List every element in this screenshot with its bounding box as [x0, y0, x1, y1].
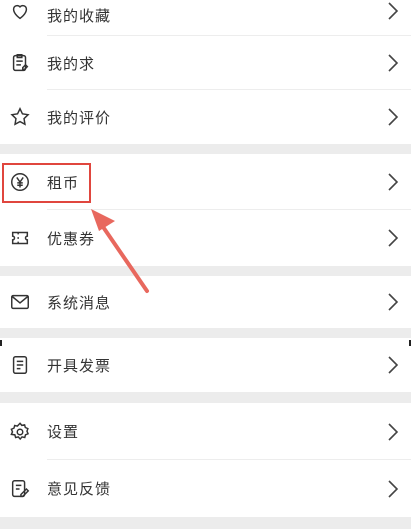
- feedback-edit-icon: [8, 477, 32, 501]
- menu-item-my-requests[interactable]: 我的求: [0, 36, 411, 90]
- chevron-right-icon: [387, 1, 399, 21]
- edge-marker-left: [0, 340, 2, 346]
- chevron-right-icon: [387, 228, 399, 248]
- clipboard-icon: [8, 51, 32, 75]
- chevron-right-icon: [387, 53, 399, 73]
- chevron-right-icon: [387, 172, 399, 192]
- menu-group-invoice: 开具发票: [0, 338, 411, 392]
- menu-item-favorites[interactable]: 我的收藏: [0, 0, 411, 36]
- menu-item-label: 系统消息: [47, 293, 112, 312]
- menu-group-messages: 系统消息: [0, 276, 411, 328]
- chevron-right-icon: [387, 107, 399, 127]
- menu-item-label: 设置: [47, 423, 80, 441]
- menu-item-label: 优惠券: [47, 229, 96, 248]
- menu-group-my: 我的收藏 我的求 我的评价: [0, 0, 411, 144]
- heart-icon: [8, 0, 32, 23]
- highlight-box: [2, 163, 91, 203]
- menu-group-settings: 设置 意见反馈: [0, 403, 411, 517]
- mail-icon: [8, 290, 32, 314]
- menu-item-issue-invoice[interactable]: 开具发票: [0, 338, 411, 392]
- menu-item-label: 开具发票: [47, 356, 112, 375]
- menu-item-label: 我的求: [47, 54, 96, 73]
- gear-icon: [8, 420, 32, 444]
- chevron-right-icon: [387, 355, 399, 375]
- star-icon: [8, 105, 32, 129]
- chevron-right-icon: [387, 422, 399, 442]
- menu-item-label: 我的收藏: [47, 7, 112, 25]
- chevron-right-icon: [387, 292, 399, 312]
- menu-item-coupons[interactable]: 优惠券: [0, 210, 411, 266]
- document-icon: [8, 353, 32, 377]
- menu-item-feedback[interactable]: 意见反馈: [0, 460, 411, 517]
- menu-item-my-reviews[interactable]: 我的评价: [0, 90, 411, 144]
- menu-item-system-messages[interactable]: 系统消息: [0, 276, 411, 328]
- chevron-right-icon: [387, 479, 399, 499]
- menu-item-settings[interactable]: 设置: [0, 403, 411, 460]
- profile-menu-page: 我的收藏 我的求 我的评价 租币 优惠券 系统消息 开具发票 设置 意见反馈: [0, 0, 411, 529]
- menu-item-label: 意见反馈: [47, 480, 112, 498]
- menu-item-label: 我的评价: [47, 108, 112, 127]
- ticket-icon: [8, 226, 32, 250]
